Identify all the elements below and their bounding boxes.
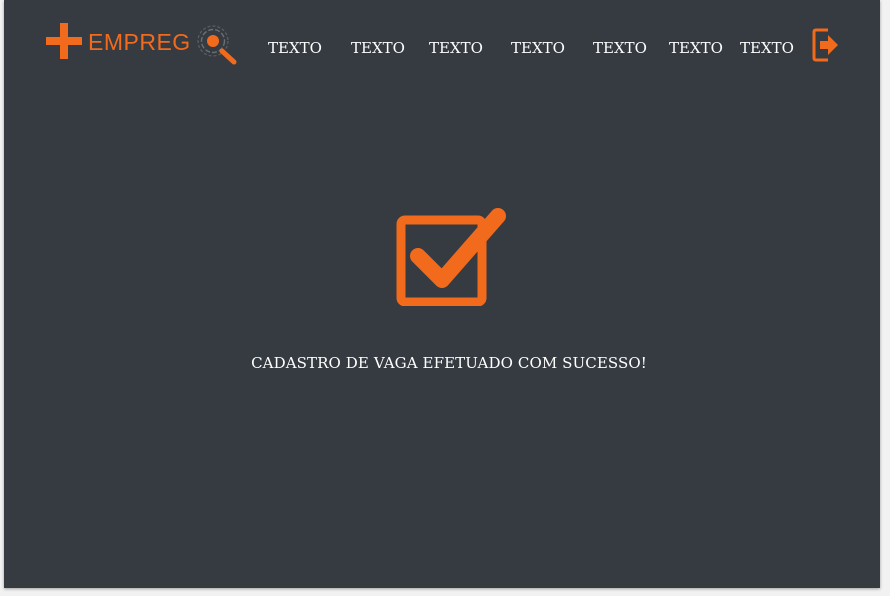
checked-checkbox-icon	[396, 208, 506, 306]
nav-item-5[interactable]: TEXTO	[593, 38, 647, 58]
nav-item-3[interactable]: TEXTO	[429, 38, 483, 58]
top-nav: TEXTO TEXTO TEXTO TEXTO TEXTO TEXTO TEXT…	[4, 38, 880, 58]
nav-item-6[interactable]: TEXTO	[669, 38, 723, 58]
success-message: CADASTRO DE VAGA EFETUADO COM SUCESSO!	[251, 354, 647, 372]
app-frame: EMPREG TEXTO TEXTO TEXTO TEXTO TEXTO TEX…	[4, 0, 880, 588]
nav-item-7[interactable]: TEXTO	[740, 38, 794, 58]
nav-item-2[interactable]: TEXTO	[351, 38, 405, 58]
logout-icon[interactable]	[812, 28, 840, 62]
nav-item-1[interactable]: TEXTO	[268, 38, 322, 58]
nav-item-4[interactable]: TEXTO	[511, 38, 565, 58]
